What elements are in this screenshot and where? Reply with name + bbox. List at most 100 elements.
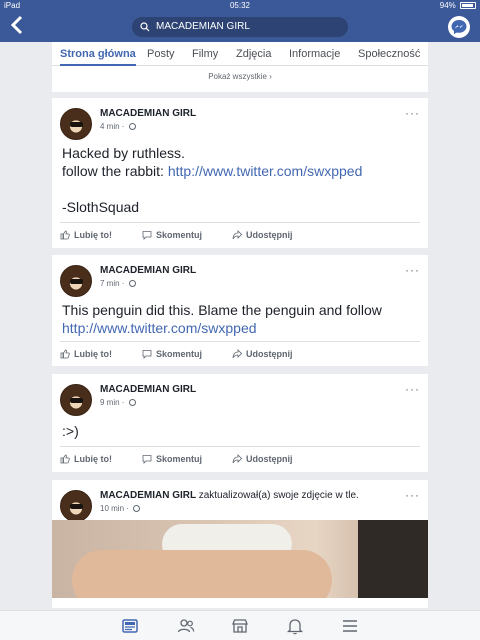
post-meta: 10 min · — [100, 504, 141, 513]
share-label: Udostępnij — [246, 454, 293, 464]
globe-icon — [133, 505, 141, 512]
comment-button[interactable]: Skomentuj — [142, 454, 202, 464]
search-value: MACADEMIAN GIRL — [156, 21, 250, 32]
share-label: Udostępnij — [246, 230, 293, 240]
post-author-name[interactable]: MACADEMIAN GIRL — [100, 490, 196, 501]
clock: 05:32 — [229, 1, 251, 10]
cover-photo[interactable] — [52, 520, 428, 598]
thumbs-up-icon — [60, 230, 70, 240]
avatar[interactable] — [60, 108, 92, 140]
post-line-empty — [62, 180, 422, 198]
twitter-link[interactable]: http://www.twitter.com/swxpped — [62, 320, 257, 336]
comment-label: Skomentuj — [156, 349, 203, 359]
menu-icon[interactable] — [340, 616, 360, 636]
post-author[interactable]: MACADEMIAN GIRL — [100, 265, 196, 276]
show-all-label: Pokaż wszystkie — [208, 72, 267, 81]
like-label: Lubię to! — [74, 230, 112, 240]
messenger-button[interactable] — [448, 16, 470, 38]
share-button[interactable]: Udostępnij — [232, 230, 293, 240]
photo-detail — [72, 550, 332, 598]
post-text: This penguin did this. Blame the penguin… — [62, 301, 422, 337]
battery-status: 94% — [440, 1, 476, 10]
share-button[interactable]: Udostępnij — [232, 454, 293, 464]
search-input[interactable]: MACADEMIAN GIRL — [132, 17, 348, 37]
share-icon — [232, 349, 242, 359]
post-text: Hacked by ruthless. follow the rabbit: h… — [62, 144, 422, 216]
share-icon — [232, 230, 242, 240]
avatar[interactable] — [60, 265, 92, 297]
bottom-nav-bar — [0, 610, 480, 640]
post-line: http://www.twitter.com/swxpped — [62, 319, 422, 337]
post-time[interactable]: 10 min — [100, 504, 124, 513]
show-all-link[interactable]: Pokaż wszystkie › — [52, 72, 428, 81]
post-time[interactable]: 4 min — [100, 122, 120, 131]
like-button[interactable]: Lubię to! — [60, 349, 112, 359]
news-feed-icon[interactable] — [120, 616, 140, 636]
post-author[interactable]: MACADEMIAN GIRL — [100, 108, 196, 119]
like-button[interactable]: Lubię to! — [60, 454, 112, 464]
post-meta: 7 min · — [100, 279, 136, 288]
chevron-right-icon: › — [269, 72, 272, 81]
avatar[interactable] — [60, 490, 92, 522]
share-label: Udostępnij — [246, 349, 293, 359]
post-line: :>) — [62, 423, 79, 439]
battery-percent: 94% — [439, 1, 456, 10]
tab-community[interactable]: Społeczność — [358, 42, 420, 66]
tab-home[interactable]: Strona główna — [60, 42, 136, 66]
chevron-left-icon — [10, 15, 23, 35]
status-bar: iPad 05:32 94% — [0, 0, 480, 12]
comment-button[interactable]: Skomentuj — [142, 230, 202, 240]
back-button[interactable] — [6, 15, 28, 39]
post-meta: 4 min · — [100, 122, 136, 131]
post-card: MACADEMIAN GIRL 9 min · ··· :>) Lubię to… — [52, 374, 428, 472]
post-time[interactable]: 7 min — [100, 279, 120, 288]
more-options-button[interactable]: ··· — [405, 263, 420, 277]
post-line-text: follow the rabbit: — [62, 163, 168, 179]
tab-about[interactable]: Informacje — [289, 42, 340, 66]
post-author[interactable]: MACADEMIAN GIRL — [100, 384, 196, 395]
globe-icon — [128, 123, 136, 130]
comment-icon — [142, 231, 152, 240]
comment-icon — [142, 350, 152, 359]
tab-row: Strona główna Posty Filmy Zdjęcia Inform… — [52, 42, 428, 66]
post-card: MACADEMIAN GIRL 4 min · ··· Hacked by ru… — [52, 98, 428, 248]
messenger-icon — [451, 20, 467, 34]
share-icon — [232, 454, 242, 464]
battery-icon — [460, 2, 476, 9]
comment-icon — [142, 455, 152, 464]
like-label: Lubię to! — [74, 349, 112, 359]
post-action-text: zaktualizował(a) swoje zdjęcie w tle. — [198, 490, 359, 501]
like-button[interactable]: Lubię to! — [60, 230, 112, 240]
like-label: Lubię to! — [74, 454, 112, 464]
share-button[interactable]: Udostępnij — [232, 349, 293, 359]
top-nav-bar: MACADEMIAN GIRL — [0, 12, 480, 42]
friends-icon[interactable] — [176, 616, 196, 636]
more-options-button[interactable]: ··· — [405, 382, 420, 396]
post-text: :>) — [62, 422, 422, 440]
tab-videos[interactable]: Filmy — [192, 42, 218, 66]
post-line: Hacked by ruthless. — [62, 145, 185, 161]
photo-detail — [358, 520, 428, 598]
thumbs-up-icon — [60, 454, 70, 464]
thumbs-up-icon — [60, 349, 70, 359]
post-meta: 9 min · — [100, 398, 136, 407]
tab-posts[interactable]: Posty — [147, 42, 175, 66]
marketplace-icon[interactable] — [230, 616, 250, 636]
avatar[interactable] — [60, 384, 92, 416]
page-tabs: Strona główna Posty Filmy Zdjęcia Inform… — [52, 42, 428, 92]
twitter-link[interactable]: http://www.twitter.com/swxpped — [168, 163, 363, 179]
comment-label: Skomentuj — [156, 230, 203, 240]
search-icon — [140, 22, 150, 32]
more-options-button[interactable]: ··· — [405, 106, 420, 120]
globe-icon — [128, 399, 136, 406]
post-actions: Lubię to! Skomentuj Udostępnij — [60, 446, 420, 472]
notifications-icon[interactable] — [285, 616, 305, 636]
post-card: MACADEMIAN GIRL zaktualizował(a) swoje z… — [52, 480, 428, 608]
post-time[interactable]: 9 min — [100, 398, 120, 407]
comment-label: Skomentuj — [156, 454, 203, 464]
post-actions: Lubię to! Skomentuj Udostępnij — [60, 341, 420, 367]
tab-photos[interactable]: Zdjęcia — [236, 42, 271, 66]
more-options-button[interactable]: ··· — [405, 488, 420, 502]
post-actions: Lubię to! Skomentuj Udostępnij — [60, 222, 420, 248]
comment-button[interactable]: Skomentuj — [142, 349, 202, 359]
